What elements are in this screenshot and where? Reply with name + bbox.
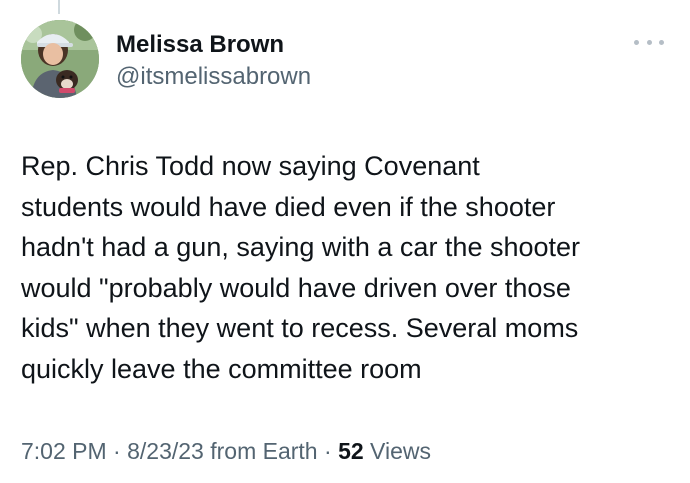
thread-connector-line [58, 0, 60, 14]
tweet-header: Melissa Brown @itsmelissabrown [21, 20, 670, 102]
more-dot [659, 39, 664, 45]
more-dot [646, 39, 652, 45]
avatar[interactable] [21, 20, 99, 98]
tweet-text: Rep. Chris Todd now saying Covenant stud… [21, 151, 581, 384]
separator: · [113, 438, 121, 464]
more-horizontal-icon [634, 39, 639, 45]
views-label: Views [370, 438, 431, 464]
separator: · [324, 438, 332, 464]
views-count: 52 [338, 438, 364, 464]
tweet-metadata: 7:02 PM · 8/23/23 from Earth · 52 Views [21, 434, 431, 468]
more-options-button[interactable] [634, 32, 664, 52]
avatar-photo-icon [21, 20, 99, 98]
tweet-time[interactable]: 7:02 PM [21, 438, 107, 464]
tweet-date-source[interactable]: 8/23/23 from Earth [127, 438, 318, 464]
user-handle[interactable]: @itsmelissabrown [116, 62, 311, 92]
author-names: Melissa Brown @itsmelissabrown [116, 30, 311, 92]
display-name[interactable]: Melissa Brown [116, 30, 311, 60]
